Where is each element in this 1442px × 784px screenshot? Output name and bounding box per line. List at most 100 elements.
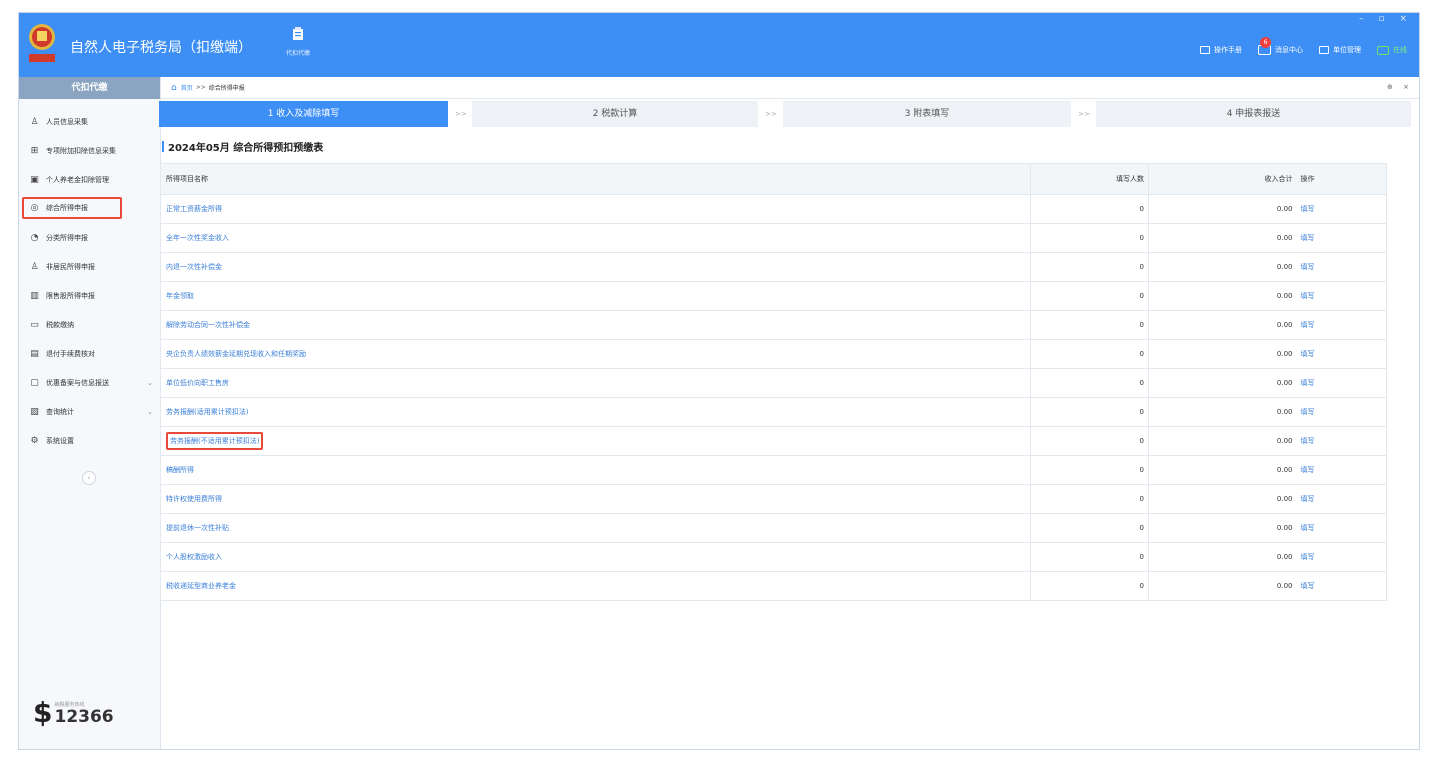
fill-link[interactable]: 填写 <box>1296 397 1387 427</box>
cell-total: 0.00 <box>1148 368 1297 398</box>
fill-link[interactable]: 填写 <box>1296 426 1387 456</box>
wizard-steps: 1 收入及减除填写 >> 2 税款计算 >> 3 附表填写 >> 4 申报表报送 <box>159 101 1411 127</box>
sidebar-item-tax-payment[interactable]: ▭ 税款缴纳 <box>19 314 161 336</box>
table-row: 解除劳动合同一次性补偿金 0 0.00 填写 <box>160 310 1387 340</box>
tax-payment-icon: ▭ <box>30 320 39 330</box>
cell-total: 0.00 <box>1148 223 1297 253</box>
cell-count: 0 <box>1030 339 1149 369</box>
tab-controls[interactable]: ⊕ × <box>1387 83 1413 91</box>
fill-link[interactable]: 填写 <box>1296 223 1387 253</box>
cell-income-item[interactable]: 单位低价向职工售房 <box>160 368 1031 398</box>
row-name-text[interactable]: 劳务报酬(不适用累计预扣法) <box>170 437 259 445</box>
step-income-deduction[interactable]: 1 收入及减除填写 <box>159 101 448 127</box>
sidebar-item-label: 人员信息采集 <box>46 118 88 126</box>
row-name-text[interactable]: 提前退休一次性补贴 <box>166 524 229 532</box>
top-header: 自然人电子税务局（扣缴端） 代扣代缴 – ▫ × 操作手册 6 消息中心 单位管… <box>19 13 1419 77</box>
fill-link[interactable]: 填写 <box>1296 484 1387 514</box>
cell-income-item[interactable]: 提前退休一次性补贴 <box>160 513 1031 543</box>
sidebar-item-settings[interactable]: ⚙ 系统设置 <box>19 430 161 452</box>
cell-income-item[interactable]: 劳务报酬(适用累计预扣法) <box>160 397 1031 427</box>
step-schedule-fill[interactable]: 3 附表填写 <box>783 101 1071 127</box>
row-name-text[interactable]: 正常工资薪金所得 <box>166 205 222 213</box>
step-separator: >> <box>1078 110 1090 118</box>
row-name-text[interactable]: 税收递延型商业养老金 <box>166 582 236 590</box>
row-name-text[interactable]: 央企负责人绩效薪金延期兑现收入和任期奖励 <box>166 350 306 358</box>
row-name-text[interactable]: 解除劳动合同一次性补偿金 <box>166 321 250 329</box>
cell-income-item[interactable]: 正常工资薪金所得 <box>160 194 1031 224</box>
unit-management-link[interactable]: 单位管理 <box>1319 45 1361 55</box>
cell-income-item[interactable]: 特许权使用费所得 <box>160 484 1031 514</box>
breadcrumb-separator: >> <box>195 84 206 91</box>
sidebar-item-refund-check[interactable]: ▤ 退付手续费核对 <box>19 343 161 365</box>
fill-link[interactable]: 填写 <box>1296 571 1387 601</box>
sidebar-item-restricted-shares[interactable]: ▥ 限售股所得申报 <box>19 285 161 307</box>
table-row: 稿酬所得 0 0.00 填写 <box>160 455 1387 485</box>
cell-total: 0.00 <box>1148 397 1297 427</box>
sidebar-item-personnel-info[interactable]: ♙ 人员信息采集 <box>19 111 161 133</box>
fill-link[interactable]: 填写 <box>1296 252 1387 282</box>
fill-link[interactable]: 填写 <box>1296 368 1387 398</box>
window-controls[interactable]: – ▫ × <box>1359 14 1413 24</box>
fill-link[interactable]: 填写 <box>1296 281 1387 311</box>
fill-link[interactable]: 填写 <box>1296 339 1387 369</box>
cell-income-item[interactable]: 税收递延型商业养老金 <box>160 571 1031 601</box>
cell-total: 0.00 <box>1148 571 1297 601</box>
fill-link[interactable]: 填写 <box>1296 455 1387 485</box>
cell-income-item[interactable]: 年金领取 <box>160 281 1031 311</box>
manual-link[interactable]: 操作手册 <box>1200 45 1242 55</box>
fill-link[interactable]: 填写 <box>1296 194 1387 224</box>
message-center-link[interactable]: 6 消息中心 <box>1258 37 1303 55</box>
sidebar-item-label: 查询统计 <box>46 408 74 416</box>
row-name-text[interactable]: 单位低价向职工售房 <box>166 379 229 387</box>
sidebar-item-label: 优惠备案与信息报送 <box>46 379 109 387</box>
hotline-logo-icon: $ <box>33 696 53 729</box>
col-header-name: 所得项目名称 <box>160 163 1031 195</box>
fill-link[interactable]: 填写 <box>1296 542 1387 572</box>
settings-icon: ⚙ <box>30 436 39 446</box>
step-tax-calculation[interactable]: 2 税款计算 <box>472 101 758 127</box>
manual-icon <box>1200 46 1210 54</box>
home-icon[interactable]: ⌂ <box>171 83 177 93</box>
row-name-text[interactable]: 全年一次性奖金收入 <box>166 234 229 242</box>
sidebar-item-pension[interactable]: ▣ 个人养老金扣除管理 <box>19 169 161 191</box>
online-status[interactable]: 在线 <box>1377 45 1407 55</box>
cell-count: 0 <box>1030 223 1149 253</box>
highlight-box: 劳务报酬(不适用累计预扣法) <box>166 432 264 450</box>
cell-income-item[interactable]: 内退一次性补偿金 <box>160 252 1031 282</box>
cell-income-item[interactable]: 个人股权激励收入 <box>160 542 1031 572</box>
step-submit-report[interactable]: 4 申报表报送 <box>1096 101 1411 127</box>
app-title: 自然人电子税务局（扣缴端） <box>70 40 252 56</box>
title-accent-bar <box>162 141 164 152</box>
manual-label: 操作手册 <box>1214 46 1242 54</box>
cell-count: 0 <box>1030 484 1149 514</box>
sidebar-item-classified-income[interactable]: ◔ 分类所得申报 <box>19 227 161 249</box>
sidebar-item-nonresident[interactable]: ♙ 非居民所得申报 <box>19 256 161 278</box>
row-name-text[interactable]: 年金领取 <box>166 292 194 300</box>
row-name-text[interactable]: 劳务报酬(适用累计预扣法) <box>166 408 248 416</box>
row-name-text[interactable]: 特许权使用费所得 <box>166 495 222 503</box>
sidebar-item-query-stats[interactable]: ▧ 查询统计 ⌄ <box>19 401 161 423</box>
cell-income-item[interactable]: 全年一次性奖金收入 <box>160 223 1031 253</box>
fill-link[interactable]: 填写 <box>1296 513 1387 543</box>
cell-total: 0.00 <box>1148 426 1297 456</box>
restricted-shares-icon: ▥ <box>30 291 39 301</box>
query-stats-icon: ▧ <box>30 407 39 417</box>
cell-income-item[interactable]: 劳务报酬(不适用累计预扣法) <box>160 426 1031 456</box>
fill-link[interactable]: 填写 <box>1296 310 1387 340</box>
sidebar-item-special-deduction[interactable]: ⊞ 专项附加扣除信息采集 <box>19 140 161 162</box>
cell-income-item[interactable]: 央企负责人绩效薪金延期兑现收入和任期奖励 <box>160 339 1031 369</box>
row-name-text[interactable]: 稿酬所得 <box>166 466 194 474</box>
breadcrumb-home[interactable]: 首页 <box>181 83 193 92</box>
cell-income-item[interactable]: 解除劳动合同一次性补偿金 <box>160 310 1031 340</box>
nav-withholding[interactable]: 代扣代缴 <box>281 27 315 57</box>
cell-income-item[interactable]: 稿酬所得 <box>160 455 1031 485</box>
online-icon <box>1377 45 1389 55</box>
sidebar-item-preferential[interactable]: ▢ 优惠备案与信息报送 ⌄ <box>19 372 161 394</box>
row-name-text[interactable]: 内退一次性补偿金 <box>166 263 222 271</box>
chevron-down-icon: ⌄ <box>147 408 153 416</box>
chevron-down-icon: ⌄ <box>147 379 153 387</box>
cell-count: 0 <box>1030 397 1149 427</box>
row-name-text[interactable]: 个人股权激励收入 <box>166 553 222 561</box>
sidebar-collapse-button[interactable]: ‹ <box>82 471 96 485</box>
sidebar-item-comprehensive-income[interactable]: ◎ 综合所得申报 <box>19 197 161 219</box>
